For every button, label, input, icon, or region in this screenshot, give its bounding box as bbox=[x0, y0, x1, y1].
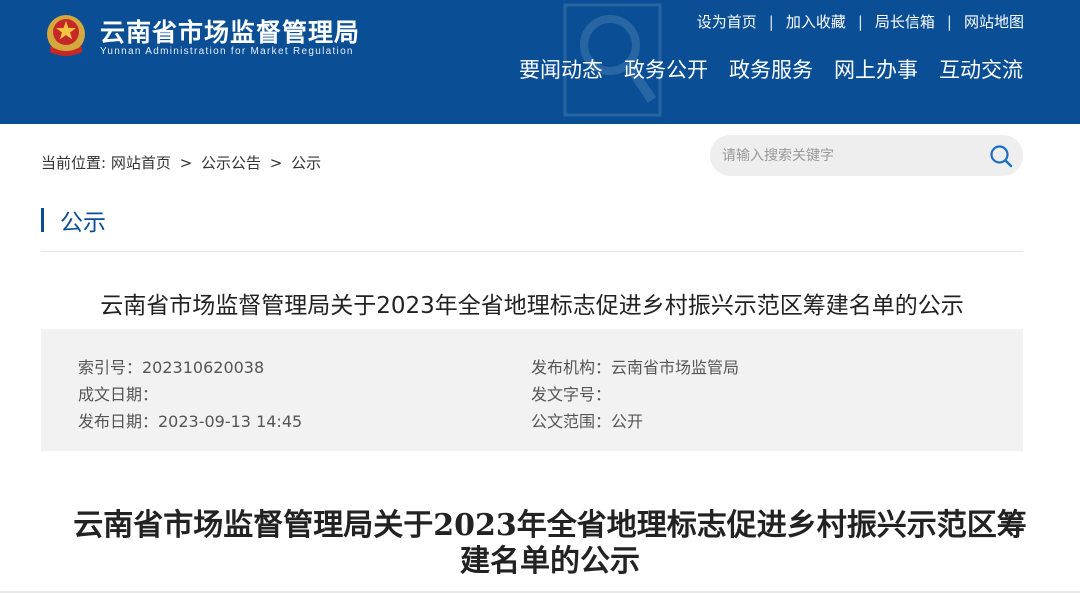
site-logo-title[interactable]: 云南省市场监督管理局 bbox=[100, 13, 360, 49]
article-title: 云南省市场监督管理局关于2023年全省地理标志促进乡村振兴示范区筹建名单的公示 bbox=[100, 293, 964, 319]
breadcrumb-item-notices[interactable]: 公示公告 bbox=[201, 154, 261, 172]
site-header: 云南省市场监督管理局 Yunnan Administration for Mar… bbox=[0, 0, 1080, 124]
nav-item-online-office[interactable]: 网上办事 bbox=[834, 54, 918, 84]
emblem-logo-icon bbox=[47, 15, 85, 56]
breadcrumb-prefix: 当前位置: bbox=[41, 154, 107, 172]
breadcrumb-separator: > bbox=[269, 154, 283, 172]
breadcrumb-separator: > bbox=[179, 154, 193, 172]
search-icon[interactable] bbox=[988, 143, 1014, 169]
director-mailbox-link[interactable]: 局长信箱 bbox=[875, 11, 935, 32]
article-meta-box: 索引号：202310620038 发布机构：云南省市场监管局 成文日期： 发文字… bbox=[41, 329, 1023, 451]
separator: | bbox=[857, 12, 863, 31]
breadcrumb: 当前位置: 网站首页 > 公示公告 > 公示 bbox=[41, 152, 321, 173]
set-homepage-link[interactable]: 设为首页 bbox=[697, 11, 757, 32]
meta-document-number: 发文字号： bbox=[531, 385, 612, 404]
section-title-text: 公示 bbox=[60, 210, 106, 236]
nav-item-services[interactable]: 政务服务 bbox=[729, 54, 813, 84]
search-input[interactable] bbox=[722, 135, 982, 176]
nav-item-interaction[interactable]: 互动交流 bbox=[939, 54, 1023, 84]
site-logo-subtitle: Yunnan Administration for Market Regulat… bbox=[100, 46, 354, 57]
separator: | bbox=[768, 12, 774, 31]
section-title-bar bbox=[41, 208, 44, 232]
breadcrumb-item-home[interactable]: 网站首页 bbox=[111, 154, 171, 172]
meta-publish-date: 发布日期：2023-09-13 14:45 bbox=[78, 412, 303, 431]
search-box bbox=[710, 135, 1023, 176]
nav-item-news[interactable]: 要闻动态 bbox=[519, 54, 603, 84]
meta-publisher: 发布机构：云南省市场监管局 bbox=[531, 358, 740, 377]
document-heading-line1: 云南省市场监督管理局关于2023年全省地理标志促进乡村振兴示范区筹 bbox=[73, 508, 1027, 543]
separator: | bbox=[946, 12, 952, 31]
nav-item-government-affairs[interactable]: 政务公开 bbox=[624, 54, 708, 84]
divider bbox=[41, 251, 1023, 252]
add-favorite-link[interactable]: 加入收藏 bbox=[786, 11, 846, 32]
breadcrumb-item-publicity[interactable]: 公示 bbox=[291, 154, 321, 172]
meta-scope: 公文范围：公开 bbox=[531, 412, 644, 431]
document-heading: 云南省市场监督管理局关于2023年全省地理标志促进乡村振兴示范区筹 建名单的公示 bbox=[60, 508, 1040, 580]
document-heading-line2: 建名单的公示 bbox=[460, 544, 640, 579]
meta-created-date: 成文日期： bbox=[78, 385, 159, 404]
top-links: 设为首页 | 加入收藏 | 局长信箱 | 网站地图 bbox=[697, 11, 1024, 32]
meta-index-number: 索引号：202310620038 bbox=[78, 358, 265, 377]
main-nav: 要闻动态 政务公开 政务服务 网上办事 互动交流 bbox=[519, 54, 1023, 84]
section-title: 公示 bbox=[41, 205, 106, 236]
sitemap-link[interactable]: 网站地图 bbox=[964, 11, 1024, 32]
